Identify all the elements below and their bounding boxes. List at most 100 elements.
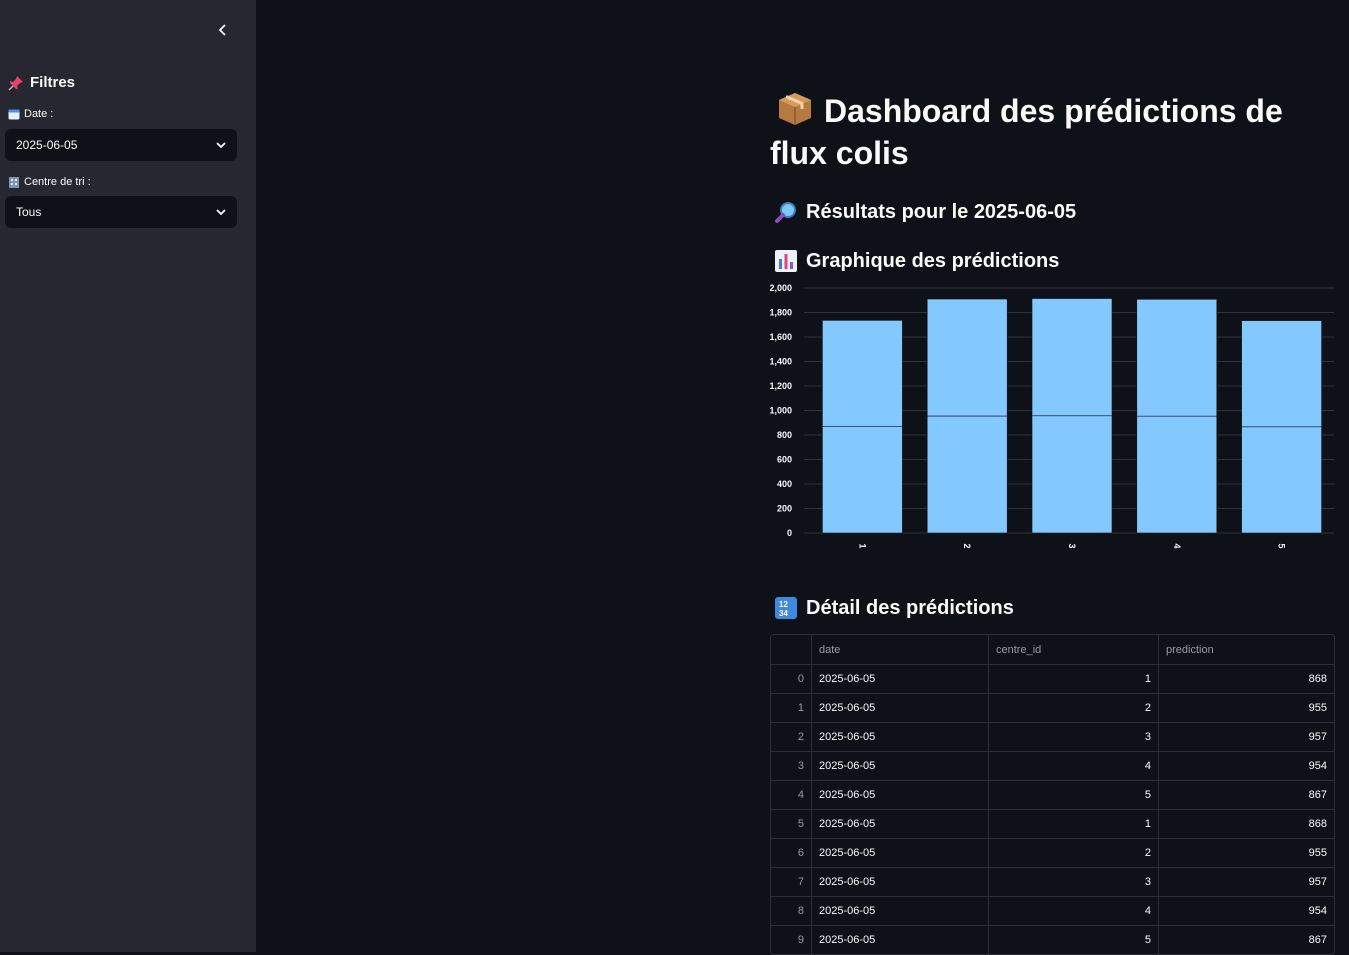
- y-tick-label: 1,000: [770, 406, 792, 416]
- bar-segment[interactable]: [1241, 426, 1322, 534]
- table-cell-date[interactable]: 2025-06-05: [811, 810, 988, 838]
- table-cell-index[interactable]: 9: [771, 926, 811, 954]
- svg-text:12: 12: [779, 600, 788, 609]
- table-cell-centre-id[interactable]: 2: [988, 694, 1158, 722]
- bar-segment[interactable]: [1241, 320, 1322, 428]
- table-heading: 12 34 Détail des prédictions: [774, 596, 1014, 620]
- chevron-down-icon: [216, 209, 226, 216]
- bar-segment[interactable]: [1031, 298, 1113, 417]
- table-row[interactable]: 7 2025-06-05 3 957: [771, 867, 1334, 896]
- table-cell-index[interactable]: 2: [771, 723, 811, 751]
- table-cell-centre-id[interactable]: 3: [988, 868, 1158, 896]
- magnifying-glass-icon: [775, 202, 796, 223]
- table-cell-prediction[interactable]: 954: [1158, 897, 1334, 925]
- centre-select-value: Tous: [16, 205, 42, 219]
- predictions-table[interactable]: date centre_id prediction 0 2025-06-05 1 86…: [770, 634, 1335, 955]
- table-cell-index[interactable]: 6: [771, 839, 811, 867]
- table-header-prediction[interactable]: prediction: [1158, 635, 1334, 664]
- date-filter-label: Date :: [8, 108, 53, 120]
- table-row[interactable]: 0 2025-06-05 1 868: [771, 664, 1334, 693]
- table-cell-index[interactable]: 8: [771, 897, 811, 925]
- sidebar-header-text: Filtres: [30, 74, 76, 91]
- table-cell-date[interactable]: 2025-06-05: [811, 723, 988, 751]
- table-cell-centre-id[interactable]: 4: [988, 897, 1158, 925]
- table-cell-prediction[interactable]: 955: [1158, 694, 1334, 722]
- y-tick-label: 0: [787, 528, 792, 538]
- svg-text:34: 34: [779, 609, 788, 618]
- table-row[interactable]: 8 2025-06-05 4 954: [771, 896, 1334, 925]
- table-row[interactable]: 1 2025-06-05 2 955: [771, 693, 1334, 722]
- bar-segment[interactable]: [1136, 298, 1218, 417]
- table-cell-prediction[interactable]: 868: [1158, 665, 1334, 693]
- bar-segment[interactable]: [822, 320, 903, 427]
- table-row[interactable]: 2 2025-06-05 3 957: [771, 722, 1334, 751]
- table-header-centre-id[interactable]: centre_id: [988, 635, 1158, 664]
- results-heading: Résultats pour le 2025-06-05: [774, 200, 1076, 224]
- table-cell-index[interactable]: 1: [771, 694, 811, 722]
- table-header-date[interactable]: date: [811, 635, 988, 664]
- centre-select[interactable]: Tous: [5, 196, 237, 228]
- chart-heading: Graphique des prédictions: [774, 249, 1059, 273]
- table-cell-prediction[interactable]: 957: [1158, 723, 1334, 751]
- x-tick-label: 3: [1067, 543, 1077, 548]
- table-cell-centre-id[interactable]: 2: [988, 839, 1158, 867]
- table-cell-prediction[interactable]: 957: [1158, 868, 1334, 896]
- y-tick-label: 600: [777, 455, 792, 465]
- table-cell-index[interactable]: 7: [771, 868, 811, 896]
- bar-chart-icon: [775, 250, 797, 272]
- table-row[interactable]: 3 2025-06-05 4 954: [771, 751, 1334, 780]
- y-tick-label: 1,600: [770, 332, 792, 342]
- table-cell-centre-id[interactable]: 4: [988, 752, 1158, 780]
- x-tick-label: 4: [1172, 543, 1182, 548]
- table-cell-centre-id[interactable]: 5: [988, 781, 1158, 809]
- table-cell-prediction[interactable]: 867: [1158, 926, 1334, 954]
- numbers-icon: 12 34: [775, 597, 797, 619]
- y-tick-label: 200: [777, 504, 792, 514]
- table-body: 0 2025-06-05 1 868 1 2025-06-05 2 955 2 2025-06-0…: [771, 664, 1334, 954]
- table-cell-date[interactable]: 2025-06-05: [811, 665, 988, 693]
- table-cell-prediction[interactable]: 954: [1158, 752, 1334, 780]
- sidebar-header: Filtres: [8, 74, 75, 91]
- table-cell-index[interactable]: 3: [771, 752, 811, 780]
- date-select[interactable]: 2025-06-05: [5, 129, 237, 161]
- building-icon: [9, 177, 19, 188]
- table-row[interactable]: 9 2025-06-05 5 867: [771, 925, 1334, 954]
- bar-segment[interactable]: [822, 426, 903, 534]
- table-cell-date[interactable]: 2025-06-05: [811, 926, 988, 954]
- sidebar: Filtres Date : 2025-06-05 Centre de tri …: [0, 0, 256, 952]
- table-cell-index[interactable]: 0: [771, 665, 811, 693]
- table-cell-centre-id[interactable]: 1: [988, 810, 1158, 838]
- bar-segment[interactable]: [1031, 415, 1113, 534]
- table-cell-date[interactable]: 2025-06-05: [811, 694, 988, 722]
- predictions-chart: 0 200 400 600 800 1,000 1,200 1,400 1,600 1,800 2,…: [769, 280, 1334, 560]
- table-cell-date[interactable]: 2025-06-05: [811, 752, 988, 780]
- table-cell-centre-id[interactable]: 3: [988, 723, 1158, 751]
- table-cell-date[interactable]: 2025-06-05: [811, 897, 988, 925]
- table-cell-prediction[interactable]: 955: [1158, 839, 1334, 867]
- table-cell-centre-id[interactable]: 5: [988, 926, 1158, 954]
- centre-filter-label: Centre de tri :: [8, 176, 91, 188]
- x-tick-label: 2: [962, 543, 972, 548]
- table-row[interactable]: 5 2025-06-05 1 868: [771, 809, 1334, 838]
- y-tick-label: 800: [777, 430, 792, 440]
- table-cell-date[interactable]: 2025-06-05: [811, 839, 988, 867]
- table-cell-index[interactable]: 5: [771, 810, 811, 838]
- bar-segment[interactable]: [926, 298, 1008, 417]
- table-cell-prediction[interactable]: 867: [1158, 781, 1334, 809]
- table-row[interactable]: 4 2025-06-05 5 867: [771, 780, 1334, 809]
- table-row[interactable]: 6 2025-06-05 2 955: [771, 838, 1334, 867]
- bar-segment[interactable]: [1136, 415, 1218, 534]
- table-cell-date[interactable]: 2025-06-05: [811, 781, 988, 809]
- table-cell-prediction[interactable]: 868: [1158, 810, 1334, 838]
- table-cell-centre-id[interactable]: 1: [988, 665, 1158, 693]
- results-heading-text: Résultats pour le 2025-06-05: [806, 200, 1077, 223]
- collapse-sidebar-button[interactable]: [212, 19, 234, 41]
- bar-segment[interactable]: [926, 415, 1008, 534]
- predictions-chart-svg: 0 200 400 600 800 1,000 1,200 1,400 1,600 1,800 2,…: [769, 283, 1334, 549]
- date-select-value: 2025-06-05: [16, 138, 78, 152]
- table-cell-index[interactable]: 4: [771, 781, 811, 809]
- table-header-index[interactable]: [771, 635, 811, 664]
- table-cell-date[interactable]: 2025-06-05: [811, 868, 988, 896]
- page-title: Dashboard des prédictions de flux colis: [770, 90, 1330, 174]
- chart-heading-text: Graphique des prédictions: [806, 249, 1060, 272]
